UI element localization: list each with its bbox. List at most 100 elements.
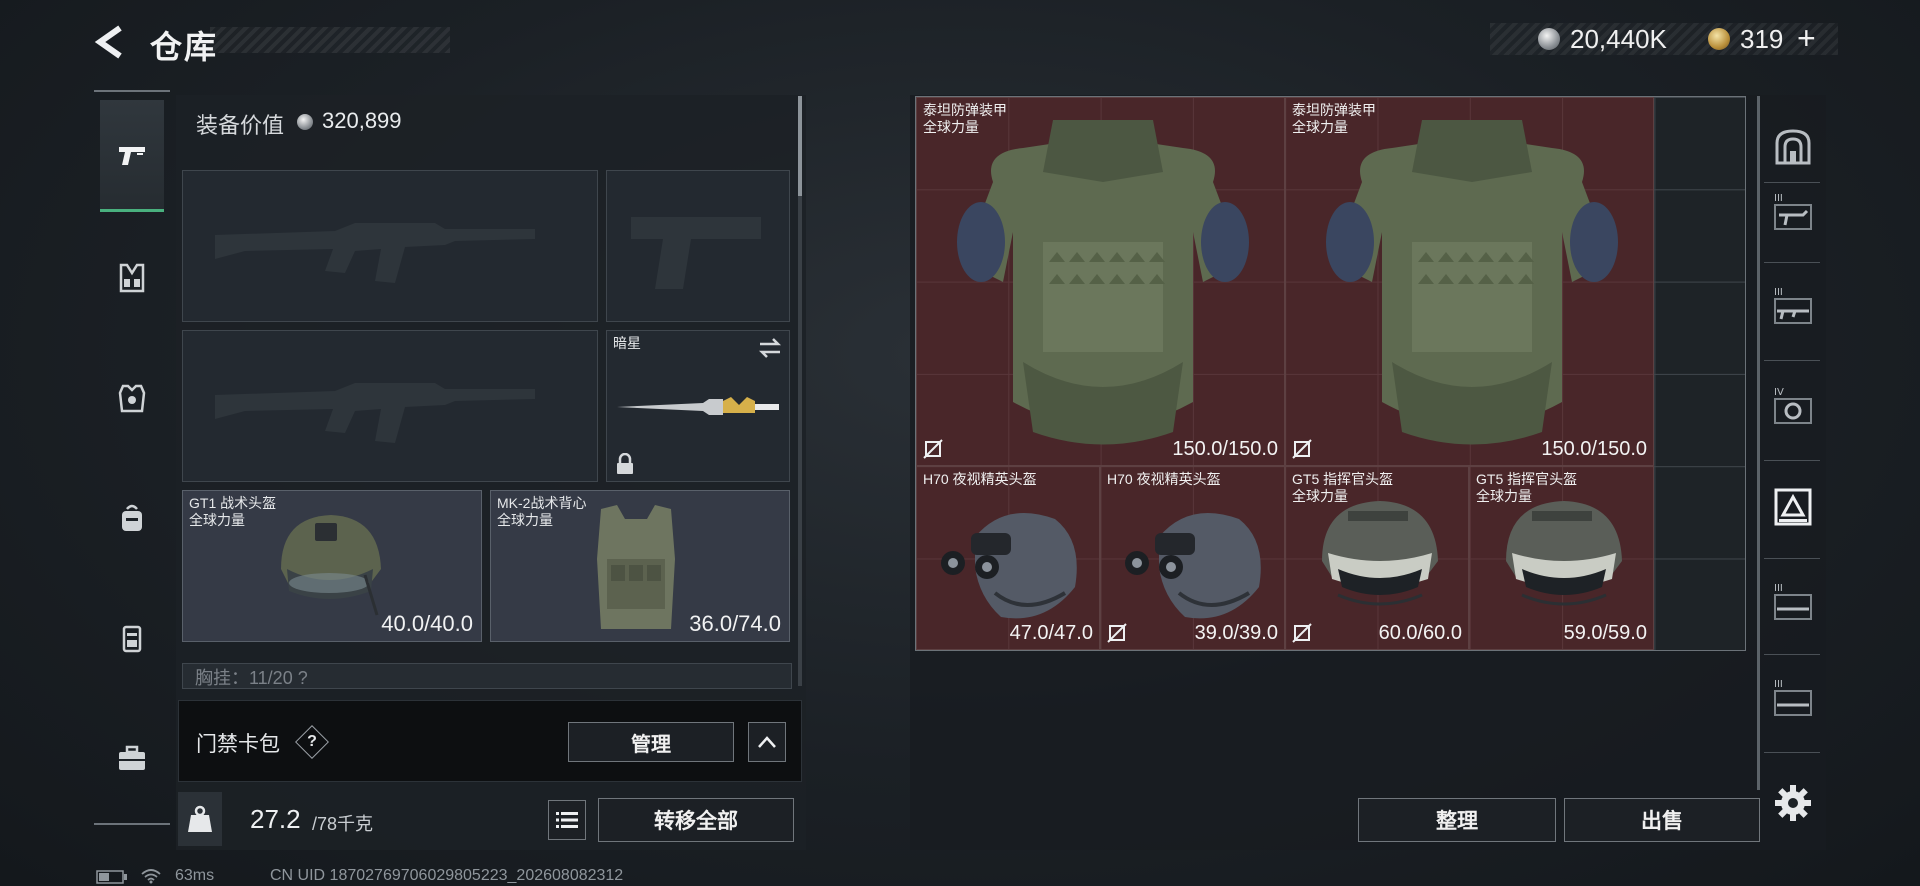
equipment-value-label: 装备价值 — [196, 113, 285, 138]
transfer-all-button[interactable]: 转移全部 — [598, 798, 794, 842]
item-title: H70 夜视精英头盔 — [923, 471, 1037, 487]
pistol-slot[interactable] — [606, 170, 790, 322]
vest-title: MK-2战术背心 — [497, 495, 587, 511]
manage-button[interactable]: 管理 — [568, 722, 734, 762]
stash-item-h70-helmet[interactable]: H70 夜视精英头盔 39.0/39.0 — [1100, 466, 1285, 650]
rail-item-weapons[interactable] — [100, 100, 164, 212]
carry-weight-max: /78千克 — [312, 814, 374, 834]
rail-item-armor[interactable] — [100, 366, 164, 430]
no-lock-icon — [1292, 623, 1312, 643]
item-durability: 39.0/39.0 — [1194, 622, 1278, 644]
stash-item-titan-armor[interactable]: 泰坦防弹装甲 全球力量 150.0/150.0 — [916, 97, 1285, 466]
tool-rack-icon: IV — [1774, 387, 1812, 424]
user-uid: CN UID 18702769706029805223_202608082312 — [270, 867, 624, 884]
tactical-vest-icon — [597, 505, 675, 629]
rail-item-case[interactable] — [100, 726, 164, 790]
lock-icon — [617, 453, 633, 474]
safe-box-icon — [1775, 129, 1811, 165]
list-icon — [556, 812, 578, 828]
carry-weight-value: 27.2 — [250, 804, 301, 834]
sell-button[interactable]: 出售 — [1564, 798, 1760, 842]
item-durability: 59.0/59.0 — [1563, 622, 1647, 644]
tab-separator — [1764, 752, 1820, 753]
gold-value: 319 — [1740, 24, 1784, 54]
storage-tab-safe[interactable] — [1768, 122, 1818, 172]
shelf-icon: III — [1774, 583, 1812, 620]
svg-text:III: III — [1774, 287, 1783, 298]
storage-tab-tool-rack[interactable]: IV — [1768, 380, 1818, 430]
vest-slot[interactable]: MK-2战术背心 全球力量 36.0/74.0 — [490, 490, 790, 642]
pistol-silhouette-icon — [631, 217, 761, 289]
rifle-rack-icon: III — [1774, 287, 1812, 324]
back-arrow-icon[interactable] — [92, 22, 132, 62]
weapon-rack-icon: III — [1774, 193, 1812, 230]
body-armor-icon — [1326, 120, 1618, 445]
chest-rig-row[interactable]: 胸挂：11/20 ? — [182, 663, 792, 689]
svg-text:III: III — [1774, 193, 1783, 204]
tab-separator — [1764, 182, 1820, 183]
list-view-button[interactable] — [548, 800, 586, 840]
chest-rig-icon — [119, 263, 145, 293]
item-name: H70 夜视精英头盔 — [923, 471, 1037, 488]
secondary-weapon-slot[interactable] — [182, 330, 598, 482]
item-durability: 60.0/60.0 — [1378, 622, 1462, 644]
pouch-icon — [122, 625, 142, 653]
item-name: H70 夜视精英头盔 — [1107, 471, 1221, 488]
storage-tab-weapon-rack[interactable]: III — [1768, 186, 1818, 236]
svg-text:III: III — [1774, 583, 1783, 594]
add-gold-button[interactable]: + — [1797, 20, 1816, 57]
melee-slot[interactable]: 暗星 — [606, 330, 790, 482]
collapse-button[interactable] — [748, 722, 786, 762]
pistol-icon — [119, 146, 145, 165]
gold-coin-icon — [1708, 28, 1730, 50]
money-coin-icon — [1538, 28, 1560, 50]
rail-bracket — [94, 90, 170, 92]
sort-button[interactable]: 整理 — [1358, 798, 1556, 842]
item-title: H70 夜视精英头盔 — [1107, 471, 1221, 487]
battery-icon — [96, 870, 127, 884]
shelf-icon: III — [1774, 679, 1812, 716]
helmet-title: GT1 战术头盔 — [189, 495, 277, 511]
stash-item-titan-armor[interactable]: 泰坦防弹装甲 全球力量 150.0/150.0 — [1285, 97, 1654, 466]
commander-helmet-icon — [1322, 501, 1438, 606]
tab-separator — [1764, 262, 1820, 263]
night-vision-helmet-icon — [1125, 513, 1261, 619]
storage-tab-armor-rack[interactable] — [1768, 482, 1818, 532]
weight-icon-box — [178, 792, 222, 846]
rail-item-pouch[interactable] — [100, 606, 164, 670]
helmet-name: GT1 战术头盔 全球力量 — [189, 495, 276, 529]
night-vision-helmet-icon — [941, 513, 1077, 619]
storage-tab-rifle-rack[interactable]: III — [1768, 280, 1818, 330]
wifi-icon — [141, 869, 161, 884]
loadout-scrollbar-thumb[interactable] — [798, 96, 802, 196]
body-armor-icon — [957, 120, 1249, 445]
helmet-slot[interactable]: GT1 战术头盔 全球力量 40.0/40.0 — [182, 490, 482, 642]
tactical-helmet-icon — [281, 515, 381, 616]
tab-separator — [1764, 558, 1820, 559]
svg-text:IV: IV — [1774, 387, 1784, 398]
equipment-value: 320,899 — [322, 108, 402, 133]
item-durability: 150.0/150.0 — [1541, 438, 1647, 460]
ping-value: 63ms — [175, 867, 215, 884]
stash-item-gt5-helmet[interactable]: GT5 指挥官头盔 全球力量 60.0/60.0 — [1285, 466, 1469, 650]
tab-separator — [1764, 360, 1820, 361]
rail-item-backpack[interactable] — [100, 486, 164, 550]
case-icon — [119, 745, 145, 770]
stash-scrollbar-thumb[interactable] — [1757, 96, 1760, 790]
swap-icon[interactable] — [757, 337, 783, 359]
item-title: GT5 指挥官头盔 — [1476, 471, 1578, 487]
money-value: 20,440K — [1570, 24, 1667, 54]
rail-item-chest-rig[interactable] — [100, 246, 164, 310]
armor-rack-icon — [1774, 488, 1812, 526]
item-durability: 150.0/150.0 — [1172, 438, 1278, 460]
item-title: GT5 指挥官头盔 — [1292, 471, 1394, 487]
stash-item-gt5-helmet[interactable]: GT5 指挥官头盔 全球力量 59.0/59.0 — [1469, 466, 1654, 650]
primary-weapon-slot[interactable] — [182, 170, 598, 322]
storage-tab-shelf[interactable]: III — [1768, 576, 1818, 626]
melee-name: 暗星 — [613, 335, 641, 351]
money-coin-icon — [297, 114, 313, 130]
stash-item-h70-helmet[interactable]: H70 夜视精英头盔 47.0/47.0 — [916, 466, 1100, 650]
knife-icon — [617, 397, 779, 415]
storage-tab-shelf[interactable]: III — [1768, 672, 1818, 722]
gear-icon[interactable] — [1772, 782, 1814, 824]
